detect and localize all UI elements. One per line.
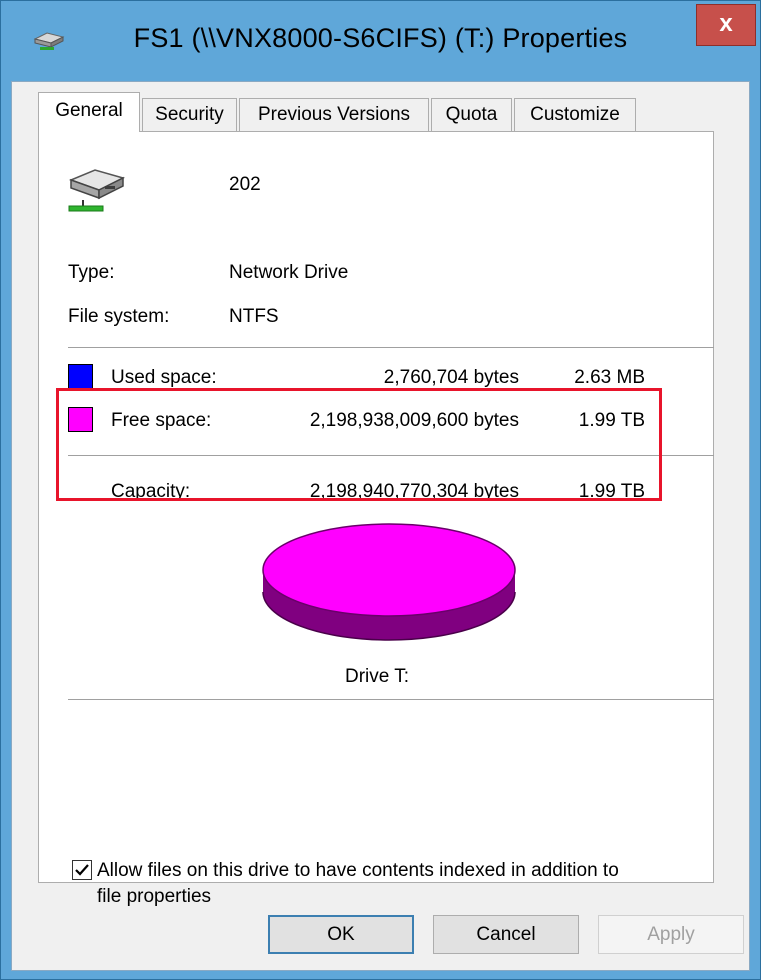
file-system-value: NTFS [229, 306, 279, 327]
properties-window: FS1 (\\VNX8000-S6CIFS) (T:) Properties x… [0, 0, 761, 980]
used-space-size: 2.63 MB [574, 367, 645, 388]
index-option-label-line2[interactable]: file properties [97, 886, 211, 908]
pie-top [262, 523, 516, 617]
drive-usage-pie [262, 523, 516, 641]
window-title: FS1 (\\VNX8000-S6CIFS) (T:) Properties [133, 23, 628, 53]
highlight-box [56, 388, 662, 501]
tab-previous-versions[interactable]: Previous Versions [239, 98, 429, 131]
ok-button[interactable]: OK [268, 915, 414, 954]
apply-button[interactable]: Apply [598, 915, 744, 954]
general-panel: 202 Type: Network Drive File system: NTF… [38, 131, 714, 907]
checkmark-icon [75, 864, 89, 876]
used-space-swatch [68, 364, 93, 389]
separator [68, 347, 714, 348]
type-label: Type: [68, 262, 115, 283]
network-drive-icon [68, 169, 126, 212]
dialog-client: General Security Previous Versions Quota… [11, 81, 750, 971]
used-space-bytes: 2,760,704 bytes [383, 367, 519, 388]
separator [68, 699, 714, 700]
index-checkbox[interactable] [72, 860, 92, 880]
cancel-button[interactable]: Cancel [433, 915, 579, 954]
tab-customize[interactable]: Customize [514, 98, 636, 131]
index-option-label[interactable]: Allow files on this drive to have conten… [97, 860, 619, 882]
tab-security[interactable]: Security [142, 98, 237, 131]
chart-caption: Drive T: [344, 666, 410, 687]
type-value: Network Drive [229, 262, 349, 283]
close-button[interactable]: x [696, 4, 756, 46]
used-space-label: Used space: [111, 367, 217, 388]
tab-quota[interactable]: Quota [431, 98, 512, 131]
tab-general[interactable]: General [38, 92, 140, 132]
drive-name: 202 [229, 174, 261, 195]
titlebar[interactable]: FS1 (\\VNX8000-S6CIFS) (T:) Properties x [1, 1, 760, 81]
file-system-label: File system: [68, 306, 170, 327]
